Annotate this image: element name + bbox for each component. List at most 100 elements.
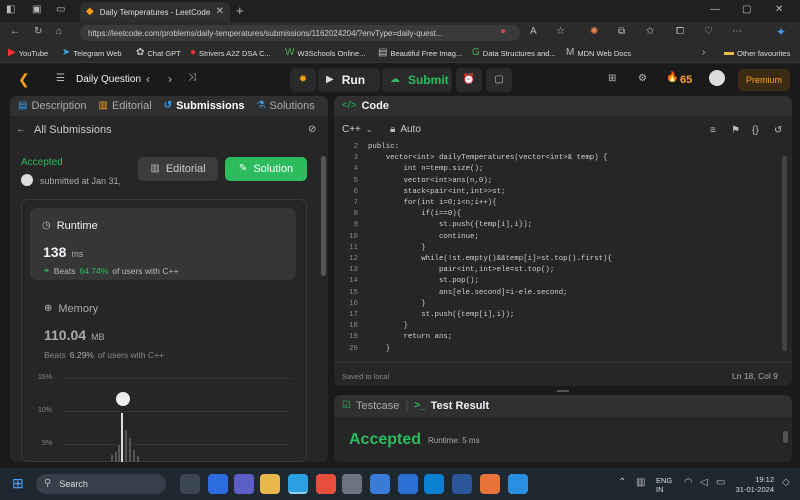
submit-button[interactable]: ☁ Submit: [382, 68, 452, 92]
collections-icon[interactable]: ⧠: [676, 27, 684, 37]
tray-icon[interactable]: ▥: [636, 478, 645, 488]
bookmark-dsa[interactable]: G Data Structures and...: [472, 48, 556, 58]
tab-actions-icon[interactable]: ▭: [56, 5, 65, 15]
editor-scrollbar[interactable]: [782, 156, 787, 351]
runtime-card[interactable]: ◷ Runtime 138 ms ❧ Beats 64.74% of users with…: [30, 208, 296, 280]
clock[interactable]: 19:12 31-01-2024: [730, 475, 774, 495]
vscode-icon[interactable]: [424, 474, 444, 494]
tray-chevron-icon[interactable]: ⌃: [618, 478, 626, 488]
meet-icon[interactable]: [234, 474, 254, 494]
link-icon[interactable]: ⊘: [308, 125, 316, 135]
memory-label: Memory: [58, 303, 99, 315]
braces-icon[interactable]: {}: [752, 126, 759, 136]
minimize-icon[interactable]: —: [710, 5, 720, 15]
word-icon[interactable]: [452, 474, 472, 494]
tab-test-result[interactable]: >_ Test Result: [414, 400, 489, 412]
streak-count[interactable]: 65: [680, 74, 692, 86]
run-button[interactable]: ▶ Run: [318, 68, 380, 92]
debug-button[interactable]: ✹: [290, 68, 316, 92]
avatar[interactable]: [709, 70, 725, 86]
chevron-right-icon[interactable]: ›: [702, 48, 705, 58]
result-scrollbar[interactable]: [783, 431, 788, 443]
todo-icon[interactable]: [508, 474, 528, 494]
bookmark-mdn[interactable]: M MDN Web Docs: [566, 48, 631, 58]
windows-start-icon[interactable]: ⊞: [12, 476, 24, 490]
notifications-icon[interactable]: ◇: [782, 478, 790, 488]
solution-button[interactable]: ✎ Solution: [225, 157, 307, 181]
close-icon[interactable]: ✕: [216, 7, 224, 17]
task-view-icon[interactable]: [180, 474, 200, 494]
read-aloud-icon[interactable]: A: [530, 27, 537, 37]
prev-problem-icon[interactable]: ‹: [146, 73, 150, 85]
edge-icon[interactable]: [288, 474, 308, 494]
list-icon[interactable]: ☰: [56, 74, 65, 84]
settings-app-icon[interactable]: [342, 474, 362, 494]
new-tab-icon[interactable]: +: [236, 4, 244, 17]
bookmark-chatgpt[interactable]: ✿ Chat GPT: [136, 48, 181, 58]
language-indicator[interactable]: ENG IN: [656, 476, 672, 494]
copilot-icon[interactable]: ✦: [776, 26, 786, 38]
teams-icon[interactable]: [208, 474, 228, 494]
next-problem-icon[interactable]: ›: [168, 73, 172, 85]
url-field[interactable]: https://leetcode.com/problems/daily-temp…: [80, 25, 520, 41]
scrollbar[interactable]: [321, 156, 326, 276]
y-tick: 10%: [38, 407, 53, 414]
volume-icon[interactable]: ◁: [700, 478, 708, 488]
auto-mode[interactable]: 🔒︎ Auto: [390, 124, 421, 135]
tab-submissions[interactable]: ↺ Submissions: [164, 100, 245, 112]
favorite-star-icon[interactable]: ☆: [556, 27, 565, 37]
code-line: 6 stack<pair<int,int>>st;: [334, 187, 784, 198]
memory-stat[interactable]: 110.04 MB: [44, 327, 105, 343]
settings-gear-icon[interactable]: ⚙: [638, 74, 647, 84]
all-submissions-link[interactable]: ← All Submissions: [16, 124, 112, 136]
code-editor[interactable]: 2 public: 3 vector<int> dailyTemperatures(…: [334, 142, 784, 355]
taskbar-search[interactable]: ⚲ Search: [36, 474, 166, 494]
reset-icon[interactable]: ↺: [774, 126, 782, 136]
split-screen-icon[interactable]: ⧉: [618, 27, 625, 37]
bookmark-images[interactable]: ▤ Beautiful Free Imag...: [378, 48, 462, 58]
format-icon[interactable]: ≡: [710, 126, 716, 136]
extension2-icon[interactable]: ✺: [590, 27, 598, 37]
other-favourites[interactable]: ▬ Other favourites: [724, 48, 790, 58]
home-icon[interactable]: ⌂: [56, 27, 62, 37]
daily-question-label[interactable]: Daily Question: [76, 74, 141, 85]
bookmark-label: Other favourites: [737, 48, 791, 58]
extension-icon[interactable]: ●: [500, 27, 506, 37]
bookmark-youtube[interactable]: ▶ YouTube: [8, 48, 48, 58]
tab-description[interactable]: ▤ Description: [18, 100, 86, 112]
chrome-icon[interactable]: [316, 474, 336, 494]
notes-button[interactable]: ▢: [486, 68, 512, 92]
browser-tab[interactable]: ◆ Daily Temperatures - LeetCode ✕: [80, 2, 230, 22]
shuffle-icon[interactable]: ⤨: [188, 73, 196, 83]
more-icon[interactable]: ⋯: [732, 27, 742, 37]
tab-solutions[interactable]: ⚗ Solutions: [257, 100, 315, 112]
premium-button[interactable]: Premium: [738, 69, 790, 91]
workspaces-icon[interactable]: ▣: [32, 5, 41, 15]
layout-icon[interactable]: ⊞: [608, 74, 616, 84]
resize-handle[interactable]: [557, 390, 569, 392]
maximize-icon[interactable]: ▢: [742, 5, 751, 15]
back-icon[interactable]: ←: [10, 27, 20, 37]
bookmark-w3schools[interactable]: W W3Schools Online...: [285, 48, 365, 58]
favorites-icon[interactable]: ✩: [646, 27, 654, 37]
browser-essentials-icon[interactable]: ♡: [704, 27, 713, 37]
refresh-icon[interactable]: ↻: [34, 27, 42, 37]
tab-testcase[interactable]: ☑ Testcase: [342, 400, 399, 412]
leetcode-logo-icon[interactable]: ❮: [18, 72, 30, 86]
app-icon[interactable]: [370, 474, 390, 494]
language-select[interactable]: C++ ⌄: [342, 124, 373, 135]
editorial-button[interactable]: ▥ Editorial: [138, 157, 218, 181]
profile-icon[interactable]: ◧: [6, 5, 15, 15]
tab-editorial[interactable]: ▥ Editorial: [98, 100, 151, 112]
zoom-icon[interactable]: [398, 474, 418, 494]
bookmark-icon[interactable]: ⚑: [731, 126, 740, 136]
git-icon[interactable]: [480, 474, 500, 494]
timer-button[interactable]: ⏰: [456, 68, 482, 92]
bookmark-telegram[interactable]: ➤ Telegram Web: [62, 48, 122, 58]
file-explorer-icon[interactable]: [260, 474, 280, 494]
wifi-icon[interactable]: ◠: [684, 478, 693, 488]
close-window-icon[interactable]: ✕: [775, 5, 783, 15]
bookmark-strivers[interactable]: ● Strivers A2Z DSA C...: [190, 48, 271, 58]
line-number: 3: [353, 154, 358, 163]
battery-icon[interactable]: ▭: [716, 478, 725, 488]
